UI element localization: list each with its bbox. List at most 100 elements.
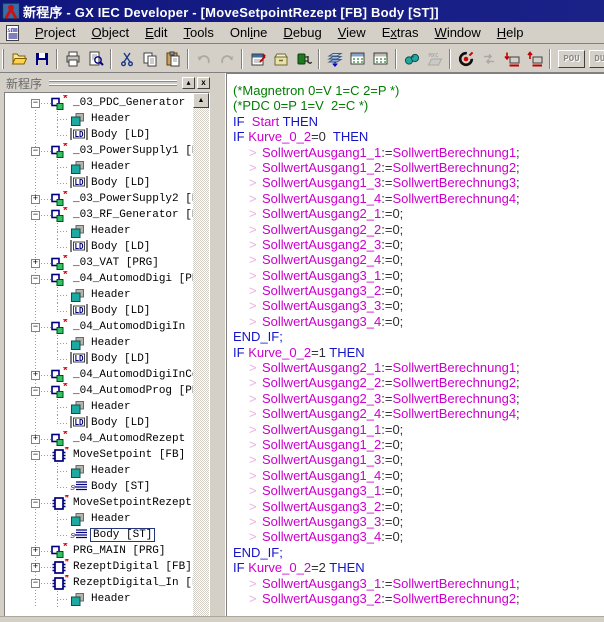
save-project-button[interactable] <box>30 48 53 70</box>
tree-row-header[interactable]: Header <box>5 287 193 303</box>
tree-row-label[interactable]: _04_AutomodRezept [ <box>73 433 198 445</box>
tree-row-label[interactable]: Header <box>91 161 131 173</box>
menu-extras[interactable]: Extras <box>374 23 427 42</box>
tree-row-_03_powersupply1-p[interactable]: −*_03_PowerSupply1 [P <box>5 143 193 159</box>
code-line[interactable]: >SollwertAusgang3_3:=0; <box>233 514 520 529</box>
code-line[interactable]: >SollwertAusgang2_3:=SollwertBerechnung3… <box>233 391 520 406</box>
tree-row-label[interactable]: _04_AutomodDigi [PR <box>73 273 198 285</box>
tree-row-label[interactable]: Body [LD] <box>91 129 150 141</box>
code-line[interactable]: >SollwertAusgang1_2:=SollwertBerechnung2… <box>233 160 520 175</box>
scroll-up-arrow-icon[interactable]: ▲ <box>193 93 209 108</box>
code-line[interactable]: >SollwertAusgang3_3:=0; <box>233 298 520 313</box>
code-line[interactable]: >SollwertAusgang3_4:=0; <box>233 529 520 544</box>
pou-toolbar-button[interactable]: POU <box>558 50 585 68</box>
code-line[interactable]: >SollwertAusgang1_1:=SollwertBerechnung1… <box>233 145 520 160</box>
collapse-toggle-icon[interactable]: − <box>31 579 40 588</box>
code-line[interactable]: IF Kurve_0_2=1 THEN <box>233 345 520 360</box>
tree-row-header[interactable]: Header <box>5 335 193 351</box>
expand-toggle-icon[interactable]: + <box>31 371 40 380</box>
tree-row-label[interactable]: Header <box>91 225 131 237</box>
tree-row-prg_main-prg[interactable]: +*PRG_MAIN [PRG] <box>5 543 193 559</box>
mx-change-button[interactable]: MXC <box>423 48 446 70</box>
tree-row-_04_automodrezept[interactable]: +*_04_AutomodRezept [ <box>5 431 193 447</box>
code-line[interactable]: >SollwertAusgang2_1:=0; <box>233 206 520 221</box>
tree-row-label[interactable]: Body [ST] <box>91 481 150 493</box>
tree-row-label[interactable]: Header <box>91 401 131 413</box>
st-editor[interactable]: (*Magnetron 0=V 1=C 2=P *)(*PDC 0=P 1=V … <box>226 73 604 616</box>
expand-toggle-icon[interactable]: + <box>31 435 40 444</box>
collapse-toggle-icon[interactable]: − <box>31 275 40 284</box>
code-line[interactable]: (*PDC 0=P 1=V 2=C *) <box>233 98 520 113</box>
tree-row-label[interactable]: Body [ST] <box>91 529 154 541</box>
collapse-toggle-icon[interactable]: − <box>31 387 40 396</box>
tree-row-label[interactable]: Header <box>91 289 131 301</box>
dock-close-icon[interactable]: x <box>197 77 210 89</box>
tree-row-header[interactable]: Header <box>5 463 193 479</box>
menu-project[interactable]: Project <box>27 23 83 42</box>
tree-row-label[interactable]: Body [LD] <box>91 353 150 365</box>
tree-row-label[interactable]: Body [LD] <box>91 305 150 317</box>
tree-row-label[interactable]: Body [LD] <box>91 241 150 253</box>
tree-row-header[interactable]: Header <box>5 591 193 607</box>
tree-row-_04_automoddigiinco[interactable]: +*_04_AutomodDigiInCo <box>5 367 193 383</box>
monitor-window-button[interactable] <box>346 48 369 70</box>
tree-row-body-ld[interactable]: LDBody [LD] <box>5 239 193 255</box>
tree-row-_03_rf_generator-p[interactable]: −*_03_RF_Generator [P <box>5 207 193 223</box>
code-line[interactable]: IF Kurve_0_2=2 THEN <box>233 560 520 575</box>
tree-row-_03_pdc_generator-p[interactable]: −*_03_PDC_Generator [P <box>5 95 193 111</box>
tree-vertical-scrollbar[interactable]: ▲ <box>193 93 209 621</box>
code-line[interactable]: >SollwertAusgang3_1:=SollwertBerechnung1… <box>233 576 520 591</box>
edit-header-button[interactable] <box>246 48 269 70</box>
tree-row-body-st[interactable]: sBody [ST] <box>5 527 193 543</box>
tree-row-label[interactable]: _03_RF_Generator [P <box>73 209 198 221</box>
collapse-toggle-icon[interactable]: − <box>31 499 40 508</box>
code-line[interactable]: >SollwertAusgang3_2:=0; <box>233 499 520 514</box>
paste-button[interactable] <box>161 48 184 70</box>
print-button[interactable] <box>61 48 84 70</box>
code-line[interactable]: >SollwertAusgang1_4:=SollwertBerechnung4… <box>233 191 520 206</box>
tree-row-body-st[interactable]: sBody [ST] <box>5 479 193 495</box>
collapse-toggle-icon[interactable]: − <box>31 99 40 108</box>
open-project-button[interactable] <box>7 48 30 70</box>
monitor-window-2-button[interactable] <box>369 48 392 70</box>
code-line[interactable]: >SollwertAusgang3_2:=SollwertBerechnung2… <box>233 591 520 606</box>
copy-button[interactable] <box>138 48 161 70</box>
dock-panel-header[interactable]: 新程序 ▴ x <box>2 75 210 91</box>
tree-row-label[interactable]: Header <box>91 593 131 605</box>
code-line[interactable]: >SollwertAusgang3_1:=0; <box>233 483 520 498</box>
code-line[interactable]: >SollwertAusgang1_3:=SollwertBerechnung3… <box>233 175 520 190</box>
code-line[interactable]: (*Magnetron 0=V 1=C 2=P *) <box>233 83 520 98</box>
code-line[interactable]: >SollwertAusgang3_2:=0; <box>233 283 520 298</box>
code-line[interactable]: >SollwertAusgang1_4:=0; <box>233 468 520 483</box>
collapse-toggle-icon[interactable]: − <box>31 323 40 332</box>
toolbar-grip[interactable] <box>2 49 4 69</box>
tree-row-header[interactable]: Header <box>5 399 193 415</box>
tree-row-label[interactable]: RezeptDigital_In [F <box>73 577 198 589</box>
code-line[interactable]: IF Start THEN <box>233 114 520 129</box>
tree-row-body-ld[interactable]: LDBody [LD] <box>5 351 193 367</box>
tree-row-body-ld[interactable]: LDBody [LD] <box>5 303 193 319</box>
tree-row-label[interactable]: MoveSetpoint [FB] <box>73 449 185 461</box>
tree-row-rezeptdigital-fb[interactable]: +*RezeptDigital [FB] <box>5 559 193 575</box>
communication-setup-button[interactable] <box>292 48 315 70</box>
st-document-icon[interactable]: st <box>4 25 21 41</box>
tree-row-label[interactable]: _04_AutomodDigiIn [ <box>73 321 198 333</box>
code-line[interactable]: >SollwertAusgang3_4:=0; <box>233 314 520 329</box>
download-plc-button[interactable] <box>500 48 523 70</box>
print-preview-button[interactable] <box>84 48 107 70</box>
code-line[interactable]: END_IF; <box>233 329 520 344</box>
menu-object[interactable]: Object <box>83 23 137 42</box>
tree-row-_03_powersupply2-p[interactable]: +*_03_PowerSupply2 [P <box>5 191 193 207</box>
tree-row-label[interactable]: MoveSetpointRezept <box>73 497 192 509</box>
tree-row-label[interactable]: _04_AutomodProg [PR <box>73 385 198 397</box>
redo-button[interactable] <box>215 48 238 70</box>
tree-row-label[interactable]: Body [LD] <box>91 417 150 429</box>
code-line[interactable]: IF Kurve_0_2=0 THEN <box>233 129 520 144</box>
code-line[interactable]: >SollwertAusgang1_1:=0; <box>233 422 520 437</box>
transfer-button[interactable] <box>477 48 500 70</box>
tree-row-_04_automoddigiin[interactable]: −*_04_AutomodDigiIn [ <box>5 319 193 335</box>
dut-toolbar-button[interactable]: DUT <box>589 50 604 68</box>
tree-row-header[interactable]: Header <box>5 111 193 127</box>
tree-row-label[interactable]: Header <box>91 337 131 349</box>
code-line[interactable]: >SollwertAusgang2_4:=0; <box>233 252 520 267</box>
